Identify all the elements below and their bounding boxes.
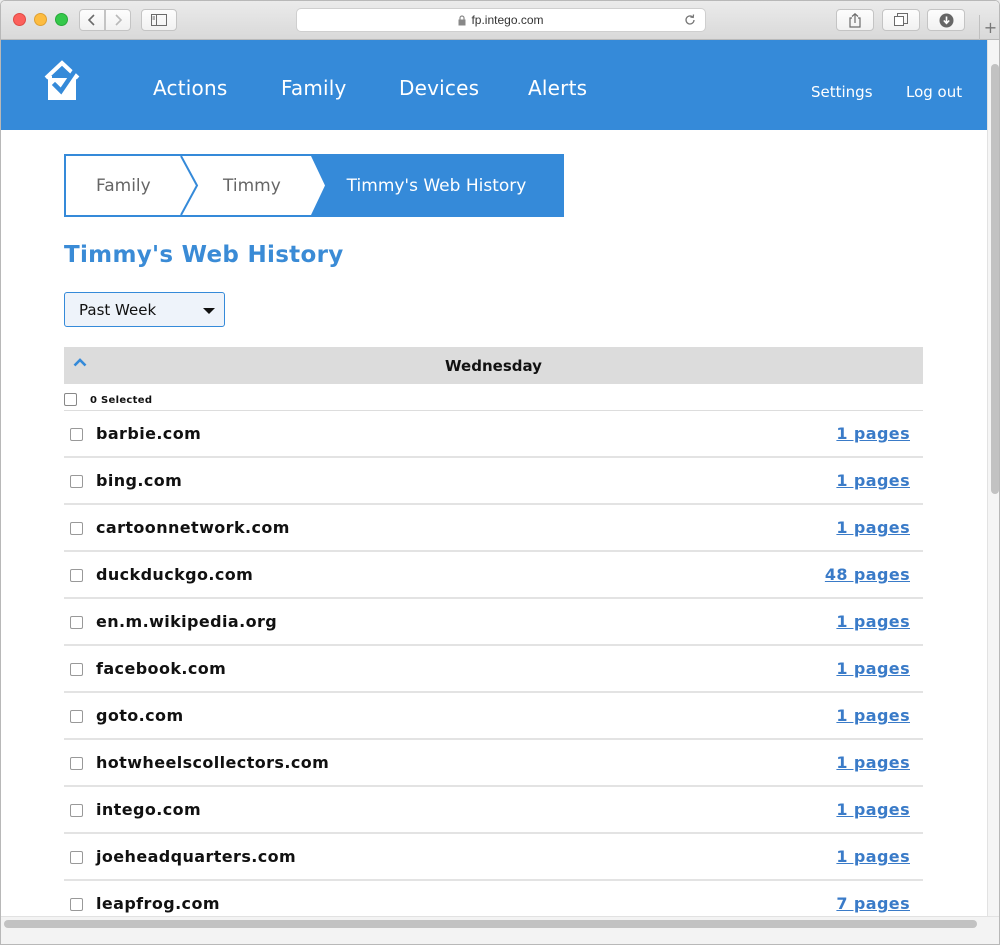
logout-link[interactable]: Log out xyxy=(906,83,962,101)
web-page: Actions Family Devices Alerts Settings L… xyxy=(1,40,987,916)
sidebar-icon xyxy=(151,14,167,26)
pages-link[interactable]: 1 pages xyxy=(836,847,910,866)
list-item: duckduckgo.com 48 pages xyxy=(64,552,923,599)
plus-icon: + xyxy=(983,18,998,37)
lock-icon xyxy=(458,14,466,25)
list-item: leapfrog.com 7 pages xyxy=(64,881,923,916)
select-all-row: 0 Selected xyxy=(64,392,923,411)
select-all-checkbox[interactable] xyxy=(64,393,77,406)
vertical-scroll-thumb[interactable] xyxy=(991,64,999,494)
browser-window: fp.intego.com + Actions Family Devices A… xyxy=(0,0,1000,945)
tabs-overview-button[interactable] xyxy=(882,9,920,31)
downloads-button[interactable] xyxy=(927,9,965,31)
address-bar[interactable]: fp.intego.com xyxy=(296,8,706,32)
list-item: hotwheelscollectors.com 1 pages xyxy=(64,740,923,787)
row-checkbox[interactable] xyxy=(70,851,83,864)
forward-button[interactable] xyxy=(105,9,131,31)
horizontal-scroll-thumb[interactable] xyxy=(4,920,977,928)
page-title: Timmy's Web History xyxy=(64,242,344,268)
url-text: fp.intego.com xyxy=(471,13,544,27)
domain-label: leapfrog.com xyxy=(96,894,220,913)
browser-toolbar: fp.intego.com + xyxy=(1,1,999,40)
period-select-value: Past Week xyxy=(79,300,157,319)
pages-link[interactable]: 1 pages xyxy=(836,753,910,772)
pages-link[interactable]: 1 pages xyxy=(836,518,910,537)
row-checkbox[interactable] xyxy=(70,898,83,911)
domain-label: barbie.com xyxy=(96,424,202,443)
breadcrumb-family[interactable]: Family xyxy=(96,156,151,215)
pages-link[interactable]: 1 pages xyxy=(836,706,910,725)
pages-link[interactable]: 1 pages xyxy=(836,471,910,490)
row-checkbox[interactable] xyxy=(70,710,83,723)
domain-label: facebook.com xyxy=(96,659,227,678)
list-item: intego.com 1 pages xyxy=(64,787,923,834)
chevron-right-icon xyxy=(115,14,123,26)
history-list: barbie.com 1 pages bing.com 1 pages cart… xyxy=(64,411,923,916)
breadcrumb-separator-icon xyxy=(309,156,325,215)
download-icon xyxy=(939,13,953,27)
top-navigation: Actions Family Devices Alerts Settings L… xyxy=(1,40,987,130)
chevron-left-icon xyxy=(87,14,95,26)
domain-label: hotwheelscollectors.com xyxy=(96,753,330,772)
breadcrumb-current: Timmy's Web History xyxy=(311,156,562,215)
list-item: joeheadquarters.com 1 pages xyxy=(64,834,923,881)
new-tab-button[interactable]: + xyxy=(979,15,999,40)
share-icon xyxy=(849,12,861,28)
list-item: cartoonnetwork.com 1 pages xyxy=(64,505,923,552)
row-checkbox[interactable] xyxy=(70,522,83,535)
share-button[interactable] xyxy=(836,9,874,31)
vertical-scrollbar[interactable] xyxy=(987,40,999,916)
row-checkbox[interactable] xyxy=(70,757,83,770)
pages-link[interactable]: 7 pages xyxy=(836,894,910,913)
pages-link[interactable]: 1 pages xyxy=(836,800,910,819)
nav-alerts[interactable]: Alerts xyxy=(528,76,587,100)
sidebar-button[interactable] xyxy=(141,9,177,31)
home-check-logo-icon[interactable] xyxy=(43,60,81,100)
nav-family[interactable]: Family xyxy=(281,76,347,100)
day-label: Wednesday xyxy=(445,356,542,375)
domain-label: en.m.wikipedia.org xyxy=(96,612,278,631)
domain-label: bing.com xyxy=(96,471,183,490)
row-checkbox[interactable] xyxy=(70,804,83,817)
list-item: en.m.wikipedia.org 1 pages xyxy=(64,599,923,646)
list-item: goto.com 1 pages xyxy=(64,693,923,740)
back-button[interactable] xyxy=(79,9,105,31)
pages-link[interactable]: 48 pages xyxy=(825,565,910,584)
domain-label: goto.com xyxy=(96,706,184,725)
zoom-window-button[interactable] xyxy=(55,13,68,26)
selected-count: 0 Selected xyxy=(90,395,153,406)
settings-link[interactable]: Settings xyxy=(811,83,873,101)
period-select[interactable]: Past Week xyxy=(64,292,225,327)
reload-icon[interactable] xyxy=(683,13,697,27)
caret-down-icon xyxy=(203,308,215,314)
domain-label: cartoonnetwork.com xyxy=(96,518,290,537)
horizontal-scrollbar[interactable] xyxy=(1,916,999,944)
breadcrumb: Family Timmy Timmy's Web History xyxy=(64,154,564,217)
breadcrumb-separator-icon xyxy=(180,156,199,215)
list-item: barbie.com 1 pages xyxy=(64,411,923,458)
day-header: Wednesday xyxy=(64,347,923,384)
pages-link[interactable]: 1 pages xyxy=(836,612,910,631)
row-checkbox[interactable] xyxy=(70,569,83,582)
row-checkbox[interactable] xyxy=(70,663,83,676)
close-window-button[interactable] xyxy=(13,13,26,26)
breadcrumb-timmy[interactable]: Timmy xyxy=(223,156,281,215)
domain-label: intego.com xyxy=(96,800,202,819)
list-item: facebook.com 1 pages xyxy=(64,646,923,693)
domain-label: joeheadquarters.com xyxy=(96,847,297,866)
nav-actions[interactable]: Actions xyxy=(153,76,227,100)
chevron-up-icon[interactable] xyxy=(73,358,87,367)
domain-label: duckduckgo.com xyxy=(96,565,254,584)
minimize-window-button[interactable] xyxy=(34,13,47,26)
tabs-icon xyxy=(894,13,908,26)
pages-link[interactable]: 1 pages xyxy=(836,659,910,678)
list-item: bing.com 1 pages xyxy=(64,458,923,505)
row-checkbox[interactable] xyxy=(70,428,83,441)
row-checkbox[interactable] xyxy=(70,616,83,629)
row-checkbox[interactable] xyxy=(70,475,83,488)
pages-link[interactable]: 1 pages xyxy=(836,424,910,443)
nav-devices[interactable]: Devices xyxy=(399,76,479,100)
